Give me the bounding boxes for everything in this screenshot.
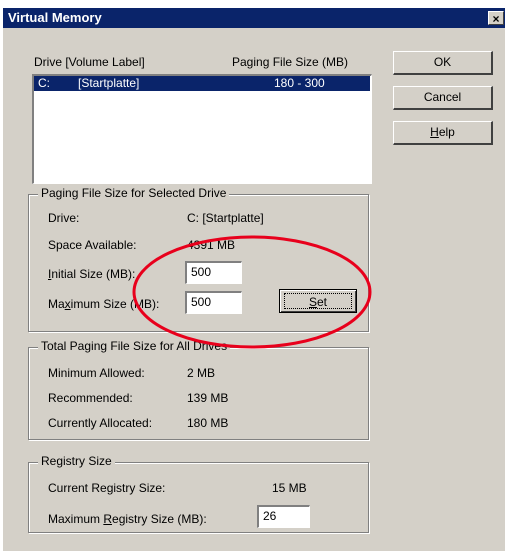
- red-annotation-ellipse: [132, 235, 372, 349]
- annotation-ellipse-overlay: [132, 235, 372, 349]
